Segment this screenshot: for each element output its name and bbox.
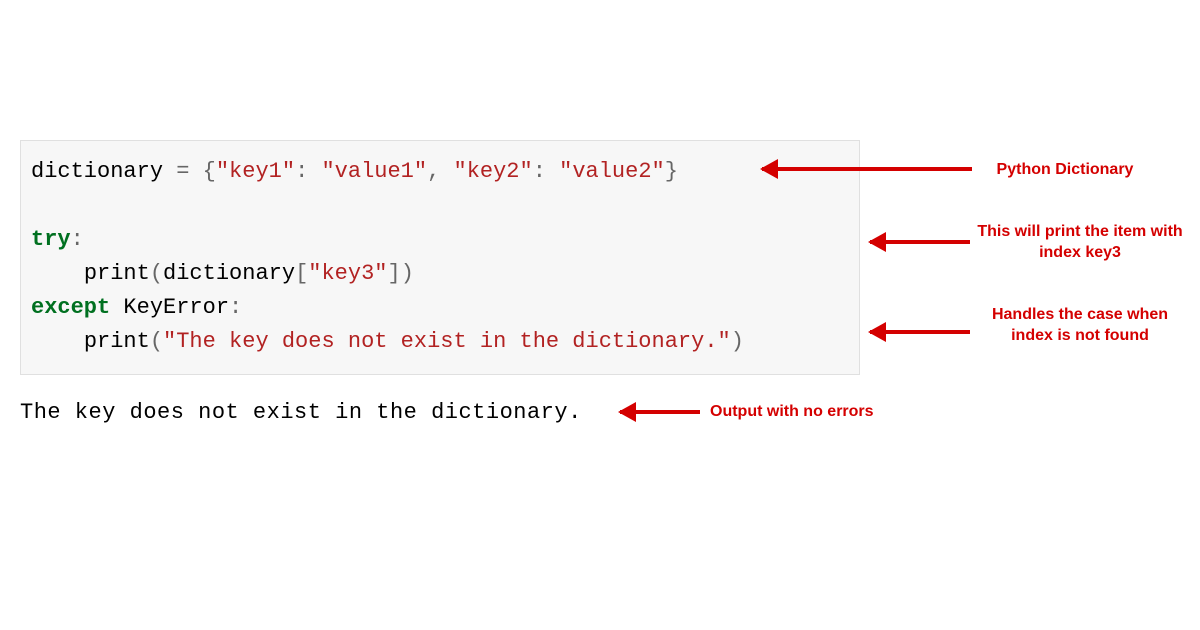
annotation-output-ok: Output with no errors — [710, 402, 930, 423]
program-output: The key does not exist in the dictionary… — [20, 400, 582, 425]
code-token-exception: KeyError — [123, 295, 229, 320]
code-block: dictionary = {"key1": "value1", "key2": … — [20, 140, 860, 375]
code-token-paren: ( — [150, 261, 163, 286]
annotation-print-item: This will print the item with index key3 — [975, 222, 1185, 264]
code-token-bracket: [ — [295, 261, 308, 286]
code-token-string: "key3" — [308, 261, 387, 286]
arrow-icon — [870, 330, 970, 334]
arrow-icon — [620, 410, 700, 414]
code-token-paren: ) — [731, 329, 744, 354]
code-token-colon: : — [295, 159, 321, 184]
code-token-paren: ( — [150, 329, 163, 354]
code-token-func: print — [84, 329, 150, 354]
code-token-string: "key2" — [454, 159, 533, 184]
code-token-string: "value2" — [559, 159, 665, 184]
code-token-string: "The key does not exist in the dictionar… — [163, 329, 731, 354]
code-space — [110, 295, 123, 320]
code-token-paren: ) — [401, 261, 414, 286]
arrow-icon — [870, 240, 970, 244]
code-token-brace: { — [203, 159, 216, 184]
code-indent — [31, 329, 84, 354]
annotation-python-dictionary: Python Dictionary — [980, 160, 1150, 181]
code-token-op: = — [163, 159, 203, 184]
code-token-string: "key1" — [216, 159, 295, 184]
code-indent — [31, 261, 84, 286]
code-token-brace: } — [665, 159, 678, 184]
annotation-handles-case: Handles the case when index is not found — [980, 305, 1180, 347]
code-token-bracket: ] — [387, 261, 400, 286]
code-token-keyword-try: try — [31, 227, 71, 252]
code-token-colon: : — [229, 295, 242, 320]
arrow-icon — [762, 167, 972, 171]
code-token-colon: : — [71, 227, 84, 252]
code-token-string: "value1" — [321, 159, 427, 184]
code-token-keyword-except: except — [31, 295, 110, 320]
code-token-var: dictionary — [163, 261, 295, 286]
code-token-var: dictionary — [31, 159, 163, 184]
code-token-func: print — [84, 261, 150, 286]
code-token-colon: : — [533, 159, 559, 184]
code-token-comma: , — [427, 159, 453, 184]
